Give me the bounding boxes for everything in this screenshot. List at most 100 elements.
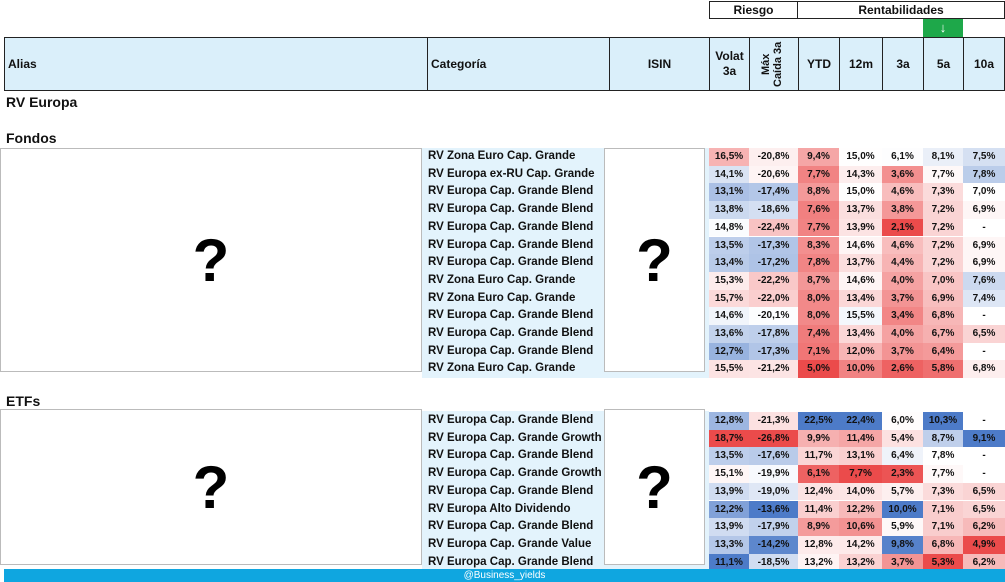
- y3-cell: 3,7%: [882, 342, 923, 361]
- maxdd-cell: -13,6%: [749, 500, 798, 519]
- y3-cell: 5,7%: [882, 482, 923, 501]
- category-cell: RV Zona Euro Cap. Grande: [428, 362, 576, 375]
- y3-cell: 9,8%: [882, 535, 923, 554]
- m12-cell: 10,6%: [839, 518, 882, 536]
- ytd-cell: 8,0%: [798, 307, 839, 325]
- header-5y[interactable]: 5a: [923, 37, 963, 91]
- y10-cell: 6,5%: [963, 325, 1005, 343]
- y10-cell: 6,2%: [963, 518, 1005, 536]
- m12-cell: 15,0%: [839, 148, 882, 166]
- header-3y[interactable]: 3a: [882, 37, 923, 91]
- y10-cell: -: [963, 465, 1005, 483]
- y3-cell: 4,6%: [882, 236, 923, 255]
- y3-cell: 3,7%: [882, 289, 923, 308]
- y3-cell: 6,0%: [882, 412, 923, 430]
- maxdd-cell: -17,8%: [749, 325, 798, 343]
- funds-alias-placeholder: ?: [0, 148, 422, 372]
- y10-cell: 7,4%: [963, 289, 1005, 308]
- y10-cell: 9,1%: [963, 429, 1005, 448]
- y5-cell: 7,1%: [923, 518, 963, 536]
- y3-cell: 6,1%: [882, 148, 923, 166]
- vol-cell: 13,8%: [709, 201, 749, 219]
- returns-group-header: Rentabilidades: [797, 1, 1005, 19]
- y3-cell: 6,4%: [882, 447, 923, 466]
- header-category[interactable]: Categoría: [427, 37, 609, 91]
- y5-cell: 7,2%: [923, 218, 963, 237]
- header-isin[interactable]: ISIN: [609, 37, 709, 91]
- ytd-cell: 8,8%: [798, 183, 839, 202]
- maxdd-cell: -17,3%: [749, 342, 798, 361]
- category-cell: RV Zona Euro Cap. Grande: [428, 150, 576, 162]
- ytd-cell: 7,6%: [798, 201, 839, 219]
- maxdd-cell: -20,6%: [749, 165, 798, 184]
- maxdd-cell: -26,8%: [749, 429, 798, 448]
- footer-handle: @Business_yields: [4, 569, 1005, 582]
- y5-cell: 6,7%: [923, 325, 963, 343]
- sort-down-arrow-icon[interactable]: ↓: [923, 19, 963, 37]
- maxdd-cell: -17,4%: [749, 183, 798, 202]
- ytd-cell: 6,1%: [798, 465, 839, 483]
- header-max-drawdown-label: Máx Caída 3a: [760, 41, 784, 87]
- category-cell: RV Europa Cap. Grande Blend: [428, 327, 594, 339]
- m12-cell: 13,4%: [839, 289, 882, 308]
- y3-cell: 4,0%: [882, 325, 923, 343]
- y3-cell: 3,8%: [882, 201, 923, 219]
- y10-cell: 6,5%: [963, 482, 1005, 501]
- etfs-section-title: ETFs: [6, 393, 41, 409]
- y5-cell: 5,8%: [923, 360, 963, 379]
- y10-cell: 7,6%: [963, 271, 1005, 290]
- category-cell: RV Europa Cap. Grande Growth: [428, 467, 602, 480]
- vol-cell: 18,7%: [709, 429, 749, 448]
- vol-cell: 16,5%: [709, 148, 749, 166]
- m12-cell: 14,3%: [839, 165, 882, 184]
- category-cell: RV Europa Cap. Grande Growth: [428, 431, 602, 444]
- m12-cell: 12,2%: [839, 500, 882, 519]
- ytd-cell: 9,9%: [798, 429, 839, 448]
- category-cell: RV Europa Cap. Grande Blend: [428, 256, 594, 269]
- m12-cell: 13,7%: [839, 201, 882, 219]
- funds-isin-placeholder: ?: [604, 148, 705, 372]
- maxdd-cell: -17,6%: [749, 447, 798, 466]
- category-cell: RV Europa Cap. Grande Blend: [428, 484, 594, 497]
- vol-cell: 13,3%: [709, 535, 749, 554]
- category-cell: RV Europa Cap. Grande Blend: [428, 220, 594, 233]
- y3-cell: 4,6%: [882, 183, 923, 202]
- maxdd-cell: -22,4%: [749, 218, 798, 237]
- header-volatility[interactable]: Volat 3a: [709, 37, 749, 91]
- category-cell: RV Zona Euro Cap. Grande: [428, 291, 576, 304]
- header-12m[interactable]: 12m: [839, 37, 882, 91]
- y10-cell: 4,9%: [963, 535, 1005, 554]
- vol-cell: 13,6%: [709, 325, 749, 343]
- m12-cell: 13,7%: [839, 254, 882, 272]
- y5-cell: 10,3%: [923, 412, 963, 430]
- maxdd-cell: -19,0%: [749, 482, 798, 501]
- header-max-drawdown[interactable]: Máx Caída 3a: [749, 37, 798, 91]
- ytd-cell: 8,3%: [798, 236, 839, 255]
- m12-cell: 14,2%: [839, 535, 882, 554]
- ytd-cell: 8,7%: [798, 271, 839, 290]
- vol-cell: 14,1%: [709, 165, 749, 184]
- header-ytd[interactable]: YTD: [798, 37, 839, 91]
- y5-cell: 7,8%: [923, 447, 963, 466]
- y3-cell: 3,6%: [882, 165, 923, 184]
- vol-cell: 13,5%: [709, 447, 749, 466]
- vol-cell: 15,1%: [709, 465, 749, 483]
- vol-cell: 15,5%: [709, 360, 749, 379]
- y5-cell: 8,7%: [923, 429, 963, 448]
- category-cell: RV Europa Cap. Grande Blend: [428, 520, 594, 533]
- y10-cell: -: [963, 447, 1005, 466]
- y5-cell: 6,8%: [923, 307, 963, 325]
- category-cell: RV Europa Cap. Grande Blend: [428, 414, 594, 426]
- maxdd-cell: -14,2%: [749, 535, 798, 554]
- y5-cell: 7,3%: [923, 183, 963, 202]
- etfs-alias-placeholder: ?: [0, 409, 422, 565]
- maxdd-cell: -17,2%: [749, 254, 798, 272]
- risk-group-header: Riesgo: [709, 1, 798, 19]
- maxdd-cell: -22,2%: [749, 271, 798, 290]
- header-10y[interactable]: 10a: [963, 37, 1005, 91]
- y10-cell: 7,5%: [963, 148, 1005, 166]
- m12-cell: 15,5%: [839, 307, 882, 325]
- y10-cell: 6,9%: [963, 254, 1005, 272]
- header-alias[interactable]: Alias: [4, 37, 427, 91]
- y5-cell: 7,0%: [923, 271, 963, 290]
